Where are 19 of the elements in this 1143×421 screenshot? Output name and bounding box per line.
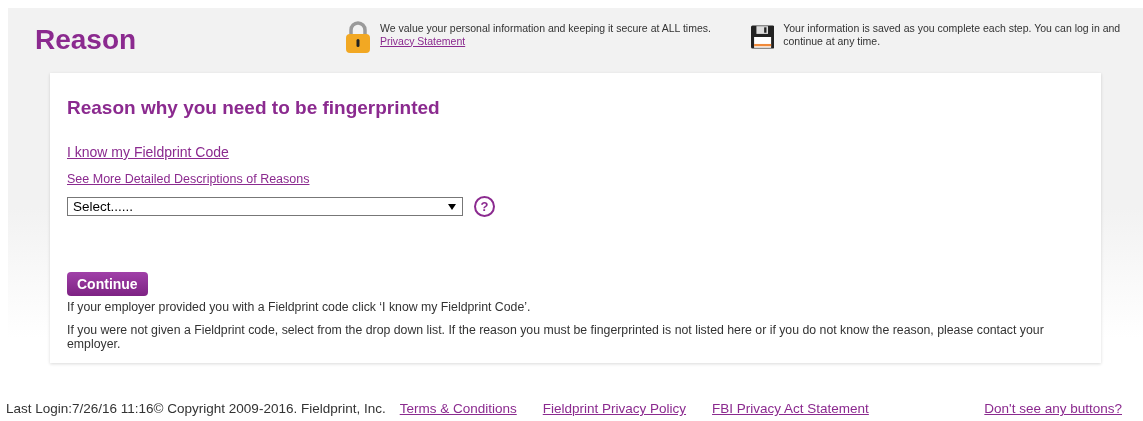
save-info-text: Your information is saved as you complete each step. You can log in and continue at any time. (783, 21, 1121, 48)
footer-link[interactable]: Fieldprint Privacy Policy (542, 401, 687, 416)
security-text: We value your personal information and keeping it secure at ALL times. (380, 21, 711, 35)
help-button[interactable]: ? (474, 196, 495, 217)
instruction-text: If your employer provided you with a Fieldprint code click ‘I know my Fieldprint Code’. (67, 300, 531, 314)
dropdown-arrow-icon (448, 203, 456, 210)
form-link[interactable]: See More Detailed Descriptions of Reasons (67, 172, 310, 186)
padlock-icon (345, 19, 371, 54)
help-link[interactable]: Don't see any buttons? (984, 401, 1122, 416)
page-title: Reason (35, 23, 137, 56)
section-heading: Reason why you need to be fingerprinted (67, 97, 440, 119)
footer-link[interactable]: FBI Privacy Act Statement (712, 401, 869, 416)
form-link[interactable]: I know my Fieldprint Code (67, 144, 229, 160)
footer-link[interactable]: Terms & Conditions (399, 401, 517, 416)
reason-dropdown[interactable]: Select...... (67, 197, 463, 216)
continue-button[interactable]: Continue (67, 272, 148, 296)
instruction-text: If you were not given a Fieldprint code, select from the drop down list. If the reason you must be fingerprinted is not listed here or if you do not know the reason, please contact your employer. (67, 323, 1045, 351)
copyright-text: Last Login:7/26/16 11:16© Copyright 2009-2016. Fieldprint, Inc. (6, 401, 386, 416)
privacy-statement-link[interactable]: Privacy Statement (380, 34, 466, 48)
